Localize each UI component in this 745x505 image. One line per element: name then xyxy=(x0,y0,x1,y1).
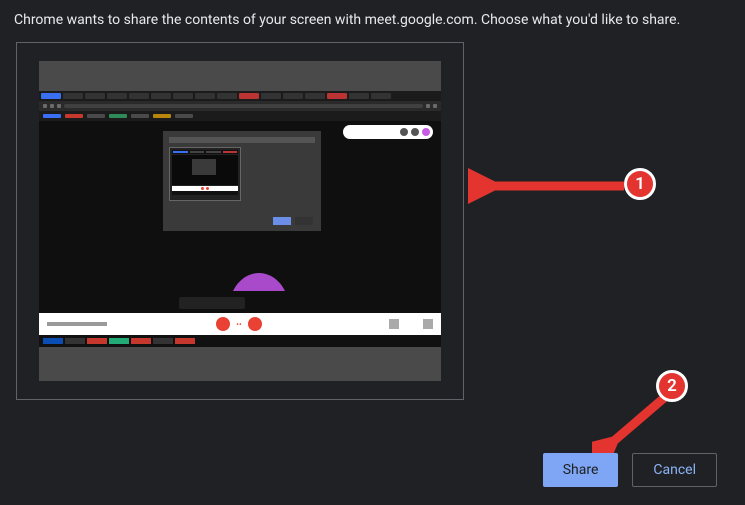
preview-tabs-row xyxy=(39,91,441,101)
callout-badge-1: 1 xyxy=(624,168,656,200)
preview-address-row xyxy=(39,101,441,111)
nested-thumbnail xyxy=(169,147,241,201)
preview-caption-strip xyxy=(39,291,441,313)
arrow-annotation-1 xyxy=(468,168,628,204)
preview-content xyxy=(39,121,441,291)
share-button[interactable]: Share xyxy=(543,453,619,487)
screen-thumbnail[interactable]: •• xyxy=(16,42,464,400)
cancel-button[interactable]: Cancel xyxy=(632,453,717,487)
dialog-footer: Share Cancel xyxy=(543,453,717,487)
preview-bottom-letterbox xyxy=(39,347,441,381)
preview-meet-controls: •• xyxy=(39,313,441,335)
prompt-text: Chrome wants to share the contents of yo… xyxy=(0,0,745,34)
callout-badge-2: 2 xyxy=(656,370,688,402)
screen-preview: •• xyxy=(39,61,441,381)
preview-toolbar-pill xyxy=(343,125,433,139)
preview-bookmarks-row xyxy=(39,111,441,121)
nested-cancel-button xyxy=(295,217,313,225)
arrow-annotation-2 xyxy=(592,394,672,458)
nested-share-dialog xyxy=(163,131,321,231)
nested-share-button xyxy=(273,217,291,225)
preview-taskbar xyxy=(39,335,441,347)
preview-top-letterbox xyxy=(39,61,441,91)
